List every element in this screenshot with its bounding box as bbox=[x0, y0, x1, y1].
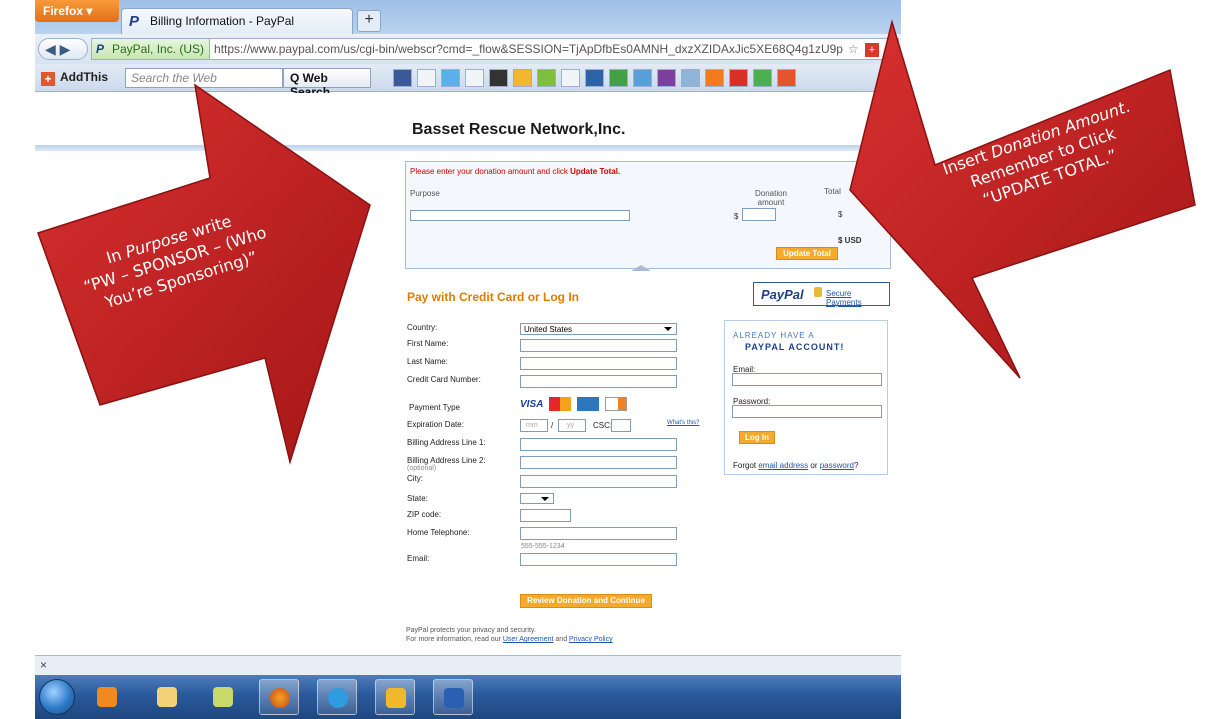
right-callout-arrow bbox=[849, 19, 1196, 379]
annotation-arrows bbox=[37, 19, 1196, 465]
